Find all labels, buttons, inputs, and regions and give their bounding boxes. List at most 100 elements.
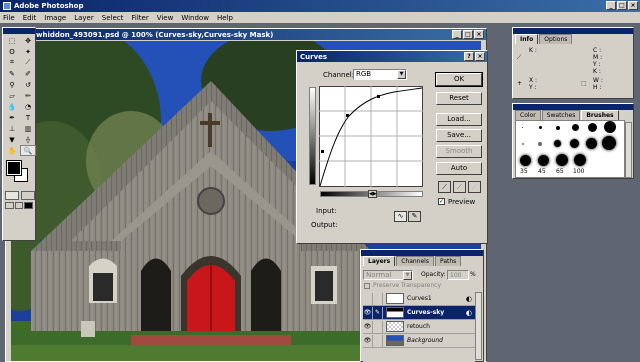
menu-filter[interactable]: Filter bbox=[131, 14, 148, 22]
layers-scrollbar[interactable] bbox=[475, 292, 482, 360]
brush-icon[interactable]: ✎ bbox=[373, 306, 383, 319]
pencil-tool-icon[interactable]: ✏ bbox=[20, 90, 36, 101]
brush-65[interactable] bbox=[556, 154, 568, 166]
auto-button[interactable]: Auto bbox=[436, 162, 482, 175]
layer-link-toggle[interactable] bbox=[373, 334, 383, 347]
curve-pencil-mode-icon[interactable]: ✎ bbox=[408, 211, 421, 222]
measure-tool-icon[interactable]: ⊥ bbox=[4, 123, 20, 134]
save-button[interactable]: Save... bbox=[436, 129, 482, 142]
type-tool-icon[interactable]: T bbox=[20, 112, 36, 123]
paint-bucket-tool-icon[interactable]: ▼ bbox=[4, 134, 20, 145]
standard-mode-icon[interactable] bbox=[5, 191, 19, 200]
brush-13[interactable] bbox=[588, 123, 597, 132]
magic-wand-tool-icon[interactable]: ✦ bbox=[20, 46, 36, 57]
curves-close-button[interactable]: × bbox=[475, 52, 485, 61]
channel-select[interactable]: RGB ▼ bbox=[353, 69, 407, 80]
menu-select[interactable]: Select bbox=[102, 14, 124, 22]
layer-link-toggle[interactable] bbox=[373, 320, 383, 333]
opacity-input[interactable]: 100 bbox=[447, 270, 469, 280]
brush-100[interactable] bbox=[574, 154, 586, 166]
slice-tool-icon[interactable]: ⟋ bbox=[20, 57, 36, 68]
brush-soft-3[interactable] bbox=[538, 142, 542, 146]
blend-mode-chevron-icon[interactable]: ▼ bbox=[403, 271, 412, 280]
crop-tool-icon[interactable]: ⌗ bbox=[4, 57, 20, 68]
tab-layers[interactable]: Layers bbox=[363, 256, 396, 266]
preserve-transparency-checkbox[interactable] bbox=[364, 283, 370, 289]
blur-tool-icon[interactable]: 💧 bbox=[4, 101, 20, 112]
brush-5[interactable] bbox=[556, 126, 560, 130]
tab-channels[interactable]: Channels bbox=[396, 256, 434, 266]
pen-tool-icon[interactable]: ✒ bbox=[4, 112, 20, 123]
zoom-tool-icon[interactable]: 🔍 bbox=[20, 145, 36, 156]
menu-help[interactable]: Help bbox=[217, 14, 233, 22]
menu-layer[interactable]: Layer bbox=[74, 14, 94, 22]
menu-edit[interactable]: Edit bbox=[23, 14, 37, 22]
brush-9[interactable] bbox=[572, 124, 579, 131]
image-window-titlebar[interactable]: h_By_swhiddon_493091.psd @ 100% (Curves-… bbox=[6, 29, 486, 40]
eyedropper-tool-icon[interactable]: ⟠ bbox=[20, 134, 36, 145]
brushes-scrollbar[interactable] bbox=[625, 122, 632, 178]
layer-row-curves1[interactable]: Curves1 ◐ bbox=[363, 292, 475, 306]
gradient-tool-icon[interactable]: ▥ bbox=[20, 123, 36, 134]
channel-select-chevron-icon[interactable]: ▼ bbox=[397, 70, 406, 79]
close-button[interactable]: × bbox=[628, 1, 638, 10]
hand-tool-icon[interactable]: ✋ bbox=[4, 145, 20, 156]
brush-35[interactable] bbox=[520, 155, 531, 166]
doc-maximize-button[interactable]: □ bbox=[463, 30, 473, 39]
brush-45[interactable] bbox=[538, 155, 549, 166]
tab-brushes[interactable]: Brushes bbox=[581, 110, 619, 120]
brush-grid[interactable]: 35 45 65 100 bbox=[515, 120, 625, 178]
menu-file[interactable]: File bbox=[3, 14, 15, 22]
menu-window[interactable]: Window bbox=[181, 14, 209, 22]
foreground-color-swatch[interactable] bbox=[6, 160, 22, 176]
brush-soft-19[interactable] bbox=[602, 136, 616, 150]
gray-eyedropper-icon[interactable]: ⟋ bbox=[453, 181, 466, 193]
history-brush-tool-icon[interactable]: ↺ bbox=[20, 79, 36, 90]
lasso-tool-icon[interactable]: ʘ bbox=[4, 46, 20, 57]
eraser-tool-icon[interactable]: ▱ bbox=[4, 90, 20, 101]
airbrush-tool-icon[interactable]: ✎ bbox=[4, 68, 20, 79]
blend-mode-select[interactable]: Normal ▼ bbox=[363, 270, 413, 280]
tab-paths[interactable]: Paths bbox=[434, 256, 462, 266]
layer-visibility-toggle[interactable] bbox=[363, 292, 373, 305]
screen-mode-full-icon[interactable] bbox=[24, 202, 34, 209]
reset-button[interactable]: Reset bbox=[436, 92, 482, 105]
doc-close-button[interactable]: × bbox=[474, 30, 484, 39]
layer-link-toggle[interactable] bbox=[373, 292, 383, 305]
eye-icon[interactable]: 👁 bbox=[363, 306, 373, 319]
brush-soft-1[interactable] bbox=[522, 143, 524, 145]
layer-row-curves-sky[interactable]: 👁 ✎ Curves-sky ◐ bbox=[363, 306, 475, 320]
screen-mode-standard-icon[interactable] bbox=[5, 202, 14, 209]
curve-graph[interactable] bbox=[319, 86, 423, 187]
white-eyedropper-icon[interactable]: ⟋ bbox=[468, 181, 481, 193]
curve-point-mode-icon[interactable]: ∿ bbox=[394, 211, 407, 222]
dodge-tool-icon[interactable]: ◔ bbox=[20, 101, 36, 112]
maximize-button[interactable]: □ bbox=[617, 1, 627, 10]
layer-row-background[interactable]: 👁 Background bbox=[363, 334, 475, 348]
brush-19[interactable] bbox=[604, 121, 616, 133]
screen-mode-full-menu-icon[interactable] bbox=[14, 202, 24, 209]
eye-icon[interactable]: 👁 bbox=[363, 320, 373, 333]
preview-checkbox[interactable]: ✓ bbox=[438, 198, 445, 205]
load-button[interactable]: Load... bbox=[436, 113, 482, 126]
curves-titlebar[interactable]: Curves ? × bbox=[297, 51, 487, 62]
brush-soft-13[interactable] bbox=[586, 138, 597, 149]
tab-info[interactable]: Info bbox=[515, 34, 539, 44]
menu-view[interactable]: View bbox=[157, 14, 174, 22]
tab-options[interactable]: Options bbox=[539, 34, 573, 44]
stamp-tool-icon[interactable]: ⚲ bbox=[4, 79, 20, 90]
menu-image[interactable]: Image bbox=[44, 14, 66, 22]
layer-row-retouch[interactable]: 👁 retouch bbox=[363, 320, 475, 334]
doc-minimize-button[interactable]: _ bbox=[452, 30, 462, 39]
move-tool-icon[interactable]: ✥ bbox=[20, 35, 36, 46]
eye-icon[interactable]: 👁 bbox=[363, 334, 373, 347]
smooth-button[interactable]: Smooth bbox=[436, 145, 482, 158]
marquee-tool-icon[interactable]: ⬚ bbox=[4, 35, 20, 46]
minimize-button[interactable]: _ bbox=[606, 1, 616, 10]
brush-3[interactable] bbox=[539, 126, 542, 129]
tab-swatches[interactable]: Swatches bbox=[541, 110, 581, 120]
brush-1[interactable] bbox=[522, 127, 523, 128]
curves-help-button[interactable]: ? bbox=[464, 52, 474, 61]
quickmask-mode-icon[interactable] bbox=[21, 191, 35, 200]
tab-color[interactable]: Color bbox=[515, 110, 541, 120]
